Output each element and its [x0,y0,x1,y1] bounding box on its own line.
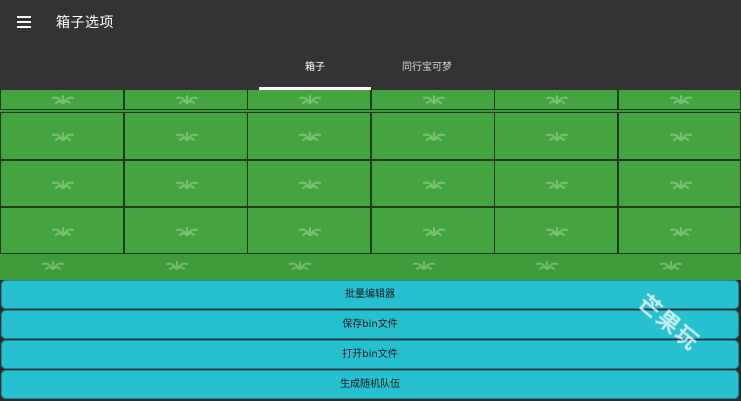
box-slot[interactable] [494,207,618,254]
grass-sprout-icon [297,129,323,141]
box-slot[interactable] [124,160,248,207]
grass-sprout-icon [544,224,570,236]
box-slot[interactable] [618,160,741,207]
box-slot[interactable] [371,207,495,254]
save-bin-button[interactable]: 保存bin文件 [1,310,739,339]
tab-companion-pokemon[interactable]: 同行宝可梦 [371,46,483,90]
grass-sprout-icon [164,258,190,270]
grass-sprout-icon [50,129,76,141]
grass-sprout-icon [50,92,76,104]
grass-sprout-icon [668,129,694,141]
box-slot[interactable] [494,112,618,160]
grass-sprout-icon [40,258,66,270]
grass-sprout-icon [297,224,323,236]
grass-sprout-icon [174,129,200,141]
top-app-bar: 箱子选项 箱子 同行宝可梦 [0,0,741,90]
box-slot[interactable] [247,207,371,254]
tab-box[interactable]: 箱子 [259,46,371,90]
box-slot[interactable] [371,90,495,110]
box-slot[interactable] [124,90,248,110]
box-slot[interactable] [0,90,124,110]
hamburger-menu-icon[interactable] [11,8,39,36]
generate-random-team-button[interactable]: 生成随机队伍 [1,370,739,399]
tab-bar: 箱子 同行宝可梦 [0,46,741,90]
grass-sprout-icon [50,224,76,236]
box-slot[interactable] [0,112,124,160]
grass-sprout-icon [544,177,570,189]
grass-sprout-icon [411,258,437,270]
box-slot[interactable] [618,90,741,110]
grass-sprout-icon [668,92,694,104]
grass-sprout-icon [174,177,200,189]
box-slot[interactable] [494,160,618,207]
box-slot[interactable] [371,112,495,160]
box-slot[interactable] [247,112,371,160]
box-slot[interactable] [124,207,248,254]
grass-sprout-icon [421,129,447,141]
app-window: 箱子选项 箱子 同行宝可梦 批量编辑器 保存bin文件 打开bin文件 生成随机… [0,0,741,401]
box-slot[interactable] [618,207,741,254]
grass-sprout-icon [544,92,570,104]
box-slot[interactable] [0,207,124,254]
box-grid [0,90,741,280]
grass-sprout-icon [534,258,560,270]
box-slot[interactable] [494,90,618,110]
grass-sprout-icon [421,177,447,189]
grass-sprout-icon [297,92,323,104]
box-slot[interactable] [124,112,248,160]
grass-sprout-icon [668,224,694,236]
box-slot[interactable] [0,160,124,207]
page-title: 箱子选项 [56,15,114,31]
box-slot[interactable] [371,160,495,207]
grass-sprout-icon [50,177,76,189]
grass-sprout-icon [287,258,313,270]
grass-sprout-icon [174,92,200,104]
box-slot[interactable] [247,90,371,110]
grass-sprout-icon [174,224,200,236]
open-bin-button[interactable]: 打开bin文件 [1,340,739,369]
grass-sprout-icon [297,177,323,189]
grass-sprout-icon [658,258,684,270]
batch-editor-button[interactable]: 批量编辑器 [1,280,739,309]
box-slot[interactable] [618,112,741,160]
box-slot[interactable] [247,160,371,207]
grass-sprout-icon [421,224,447,236]
grass-sprout-icon [421,92,447,104]
grass-band [0,254,741,280]
grass-sprout-icon [544,129,570,141]
grass-sprout-icon [668,177,694,189]
